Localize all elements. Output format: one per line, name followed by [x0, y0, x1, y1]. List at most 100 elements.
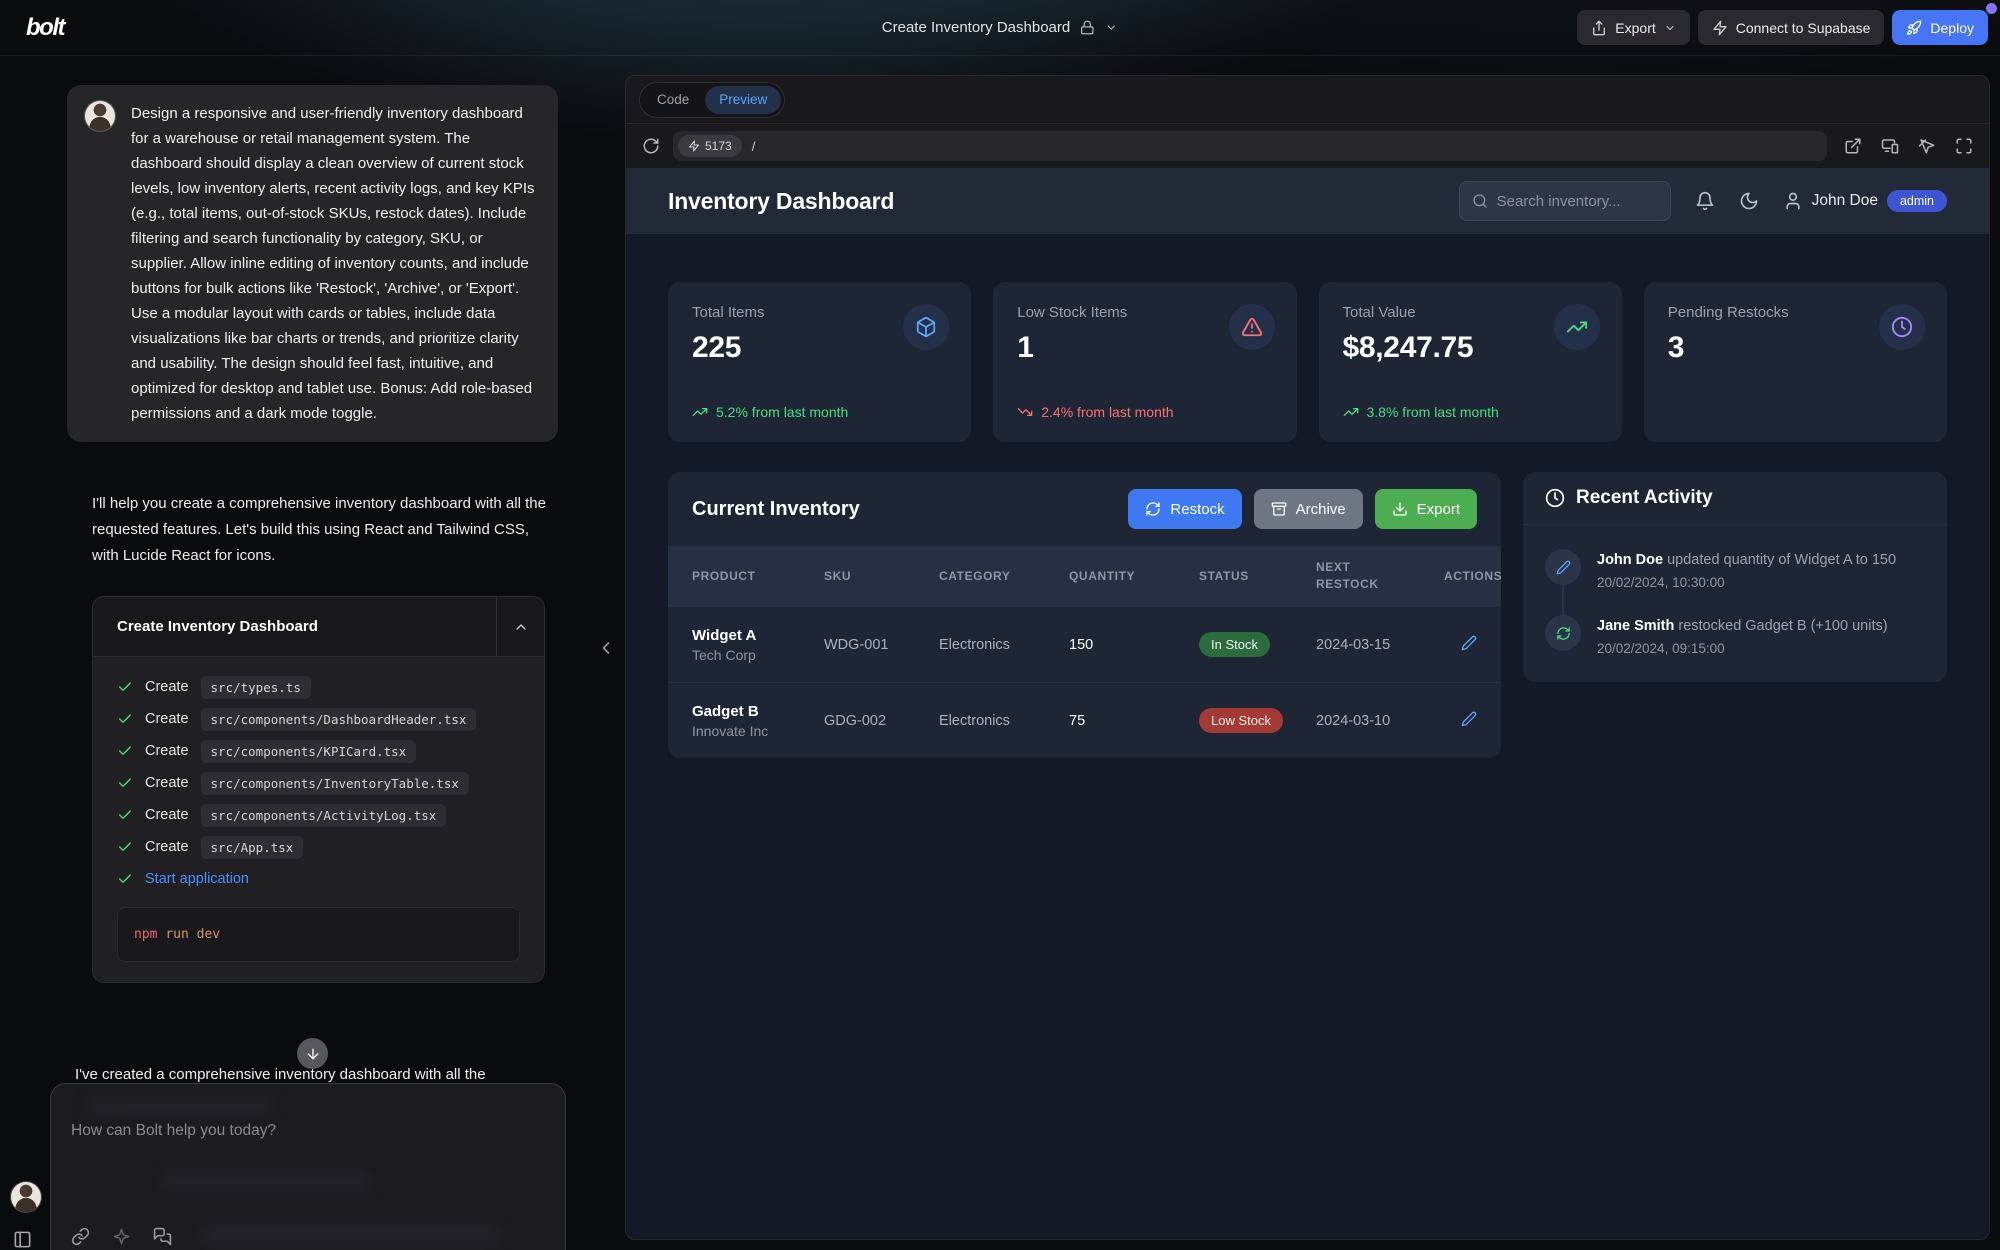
sparkles-icon[interactable]: [112, 1227, 131, 1246]
activity-timestamp: 20/02/2024, 09:15:00: [1597, 641, 1888, 656]
sku-cell: WDG-001: [824, 637, 939, 653]
chat-input-placeholder[interactable]: How can Bolt help you today?: [71, 1122, 545, 1140]
port-zap-icon: [688, 140, 700, 152]
search-icon: [1472, 193, 1488, 209]
user-menu[interactable]: John Doe admin: [1783, 190, 1947, 212]
product-supplier: Innovate Inc: [692, 723, 824, 739]
product-name: Gadget B: [692, 703, 824, 720]
chat-panel: Design a responsive and user-friendly in…: [0, 56, 625, 1250]
chat-messages-icon[interactable]: [153, 1227, 172, 1246]
status-badge: In Stock: [1199, 632, 1270, 657]
artifact-step: Create src/App.tsx: [93, 831, 544, 863]
sidebar-toggle-icon[interactable]: [13, 1230, 32, 1249]
open-in-new-tab-button[interactable]: [1844, 137, 1862, 155]
export-label: Export: [1615, 20, 1655, 36]
check-icon: [117, 807, 133, 823]
chat-input-panel[interactable]: How can Bolt help you today?: [50, 1083, 566, 1250]
quantity-cell[interactable]: 150: [1069, 637, 1199, 653]
alert-triangle-icon: [1229, 304, 1275, 350]
chevron-down-icon: [1105, 21, 1118, 34]
file-chip[interactable]: src/components/InventoryTable.tsx: [201, 772, 469, 795]
command-binary: npm: [134, 927, 157, 942]
project-title: Create Inventory Dashboard: [882, 19, 1070, 36]
notifications-button[interactable]: [1695, 191, 1715, 211]
column-header: NEXT RESTOCK: [1316, 549, 1394, 603]
collapse-chat-handle[interactable]: [596, 638, 616, 658]
clock-icon: [1545, 488, 1565, 508]
link-icon[interactable]: [71, 1227, 90, 1246]
column-header: QUANTITY: [1069, 559, 1199, 593]
step-action: Create: [145, 679, 189, 695]
reload-button[interactable]: [642, 137, 660, 155]
kpi-card-low-stock: Low Stock Items 1 2.4% from last month: [993, 282, 1296, 442]
kpi-trend: 3.8% from last month: [1343, 404, 1598, 420]
product-supplier: Tech Corp: [692, 647, 824, 663]
table-row: Widget A Tech Corp WDG-001 Electronics 1…: [668, 606, 1501, 682]
url-path: /: [752, 139, 756, 154]
role-badge: admin: [1887, 190, 1947, 212]
trending-up-icon: [1554, 304, 1600, 350]
pencil-icon: [1545, 549, 1581, 585]
dark-mode-toggle[interactable]: [1739, 191, 1759, 211]
bolt-logo[interactable]: bolt: [26, 14, 64, 42]
search-input[interactable]: [1497, 193, 1647, 210]
kpi-card-total-value: Total Value $8,247.75 3.8% from last mon…: [1319, 282, 1622, 442]
preview-url-bar: 5173 /: [626, 123, 1989, 168]
user-message: Design a responsive and user-friendly in…: [67, 85, 558, 442]
step-action: Create: [145, 743, 189, 759]
port-number: 5173: [705, 139, 732, 153]
file-chip[interactable]: src/components/KPICard.tsx: [201, 740, 417, 763]
activity-action: updated quantity of Widget A to 150: [1667, 552, 1896, 568]
recent-activity-card: Recent Activity John Doe updated qu: [1523, 472, 1947, 682]
port-badge[interactable]: 5173: [678, 135, 742, 157]
artifact-collapse-button[interactable]: [496, 597, 544, 656]
step-action: Create: [145, 711, 189, 727]
kpi-card-pending-restocks: Pending Restocks 3: [1644, 282, 1947, 442]
inspector-toggle-button[interactable]: [1918, 137, 1936, 155]
sku-cell: GDG-002: [824, 713, 939, 729]
artifact-title: Create Inventory Dashboard: [93, 597, 496, 656]
moon-icon: [1739, 191, 1759, 211]
next-restock-cell: 2024-03-15: [1316, 637, 1444, 653]
archive-icon: [1271, 501, 1287, 517]
tab-code[interactable]: Code: [643, 86, 703, 114]
lock-icon: [1080, 20, 1095, 35]
dashboard-header: Inventory Dashboard John Doe admin: [626, 168, 1989, 234]
archive-button[interactable]: Archive: [1254, 489, 1363, 529]
restock-button[interactable]: Restock: [1128, 489, 1241, 529]
file-chip[interactable]: src/App.tsx: [201, 836, 304, 859]
file-chip[interactable]: src/components/ActivityLog.tsx: [201, 804, 447, 827]
project-title-menu[interactable]: Create Inventory Dashboard: [882, 19, 1118, 36]
product-name: Widget A: [692, 627, 824, 644]
chevron-up-icon: [513, 619, 529, 635]
preview-iframe: Inventory Dashboard John Doe admin Total…: [626, 168, 1989, 1239]
export-csv-button[interactable]: Export: [1375, 489, 1477, 529]
kpi-trend: 2.4% from last month: [1017, 404, 1272, 420]
blurred-content: [201, 1224, 501, 1246]
step-action: Create: [145, 775, 189, 791]
export-button[interactable]: Export: [1577, 10, 1689, 45]
start-application-link[interactable]: Start application: [145, 871, 249, 887]
artifact-card: Create Inventory Dashboard Create src/ty…: [92, 596, 545, 983]
quantity-cell[interactable]: 75: [1069, 713, 1199, 729]
responsive-devices-button[interactable]: [1881, 137, 1899, 155]
edit-row-button[interactable]: [1461, 711, 1477, 727]
file-chip[interactable]: src/components/DashboardHeader.tsx: [201, 708, 477, 731]
url-field[interactable]: 5173 /: [673, 131, 1827, 161]
check-icon: [117, 775, 133, 791]
table-header-row: PRODUCT SKU CATEGORY QUANTITY STATUS NEX…: [668, 546, 1501, 606]
fullscreen-button[interactable]: [1955, 137, 1973, 155]
refresh-icon: [1145, 501, 1161, 517]
file-chip[interactable]: src/types.ts: [201, 676, 311, 699]
activity-action: restocked Gadget B (+100 units): [1678, 618, 1887, 634]
terminal-command: npm run dev: [117, 907, 520, 962]
profile-avatar[interactable]: [11, 1182, 41, 1212]
deploy-button[interactable]: Deploy: [1892, 10, 1988, 45]
scroll-to-bottom-button[interactable]: [297, 1038, 328, 1069]
clock-icon: [1879, 304, 1925, 350]
connect-supabase-button[interactable]: Connect to Supabase: [1698, 10, 1885, 45]
tab-preview[interactable]: Preview: [705, 86, 781, 114]
inventory-search[interactable]: [1459, 181, 1671, 221]
edit-row-button[interactable]: [1461, 635, 1477, 651]
activity-item: Jane Smith restocked Gadget B (+100 unit…: [1545, 615, 1925, 656]
